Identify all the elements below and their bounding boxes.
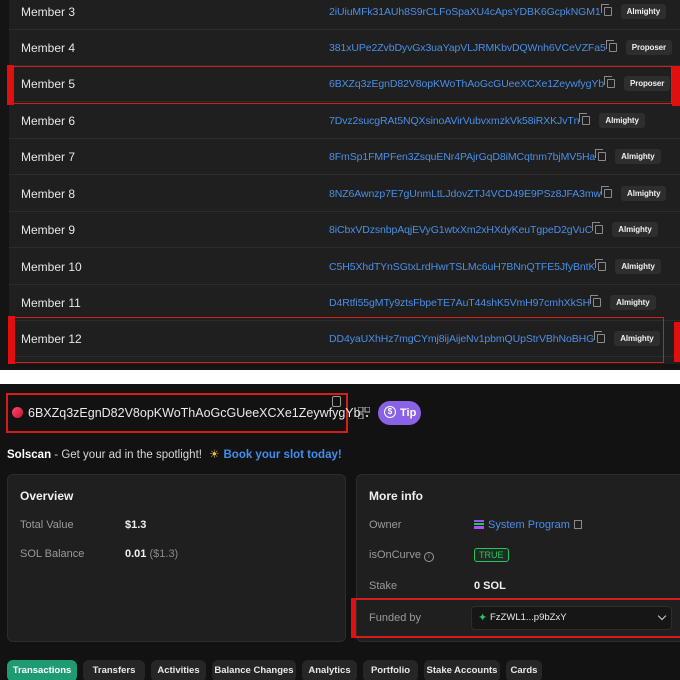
member-address-link[interactable]: 2iUiuMFk31AUh8S9rCLFoSpaXU4cApsYDBK6Gcpk… xyxy=(329,6,601,18)
tab-cards[interactable]: Cards xyxy=(506,660,542,680)
highlight-box-member-12 xyxy=(8,316,664,364)
owner-link[interactable]: System Program xyxy=(488,519,570,531)
role-badge: Proposer xyxy=(625,40,673,55)
member-address-link[interactable]: D4Rtfi55gMTy9ztsFbpeTE7AuT44shK5VmH97cmh… xyxy=(329,297,590,309)
more-info-card: More info Owner System Program isOnCurve… xyxy=(351,474,680,642)
member-label: Member 3 xyxy=(21,5,76,19)
member-label: Member 7 xyxy=(21,150,76,164)
stake-value: 0 SOL xyxy=(474,580,506,592)
funded-by-dropdown[interactable]: ✦ FzZWL1...p9bZxY xyxy=(471,606,672,630)
member-address-link[interactable]: 381xUPe2ZvbDyvGx3uaYapVLJRMKbvDQWnh6VCeV… xyxy=(329,42,606,54)
highlight-marker-right xyxy=(674,322,680,362)
total-value: $1.3 xyxy=(125,519,147,531)
highlight-marker-right xyxy=(672,66,680,106)
member-row: Member 3 2iUiuMFk31AUh8S9rCLFoSpaXU4cAps… xyxy=(9,0,680,30)
ad-brand: Solscan xyxy=(7,449,52,461)
member-address-link[interactable]: C5H5XhdTYnSGtxLrdHwrTSLMc6uH7BNnQTFE5Jfy… xyxy=(329,261,595,273)
member-address-link[interactable]: 8NZ6Awnzp7E7gUnmLtLJdovZTJ4VCD49E9PSz8JF… xyxy=(329,188,601,200)
role-badge: Almighty xyxy=(615,259,661,274)
tab-portfolio[interactable]: Portfolio xyxy=(363,660,418,680)
overview-card: Overview Total Value $1.3 SOL Balance 0.… xyxy=(7,474,346,642)
tip-button[interactable]: $ Tip xyxy=(378,401,421,425)
funded-by-highlight: Funded by ✦ FzZWL1...p9bZxY xyxy=(351,598,680,638)
role-badge: Almighty xyxy=(615,149,661,164)
copy-icon[interactable] xyxy=(332,396,341,407)
role-badge: Almighty xyxy=(610,295,656,310)
oncurve-label: isOnCurve i xyxy=(369,549,434,562)
oncurve-badge: TRUE xyxy=(474,548,509,562)
member-row: Member 9 8iCbxVDzsnbpAqjEVyG1wtxXm2xHXdy… xyxy=(9,212,680,248)
overview-title: Overview xyxy=(20,489,74,503)
copy-icon[interactable] xyxy=(605,40,617,52)
copy-icon[interactable] xyxy=(573,520,582,529)
copy-icon[interactable] xyxy=(601,186,613,198)
copy-icon[interactable] xyxy=(600,4,612,16)
funded-by-label: Funded by xyxy=(369,612,421,624)
member-row: Member 7 8FmSp1FMPFen3ZsquENr4PAjrGqD8iM… xyxy=(9,139,680,175)
stake-label: Stake xyxy=(369,580,398,592)
member-row: Member 6 7Dvz2sucgRAt5NQXsinoAVirVubvxmz… xyxy=(9,103,680,139)
system-program-icon xyxy=(474,520,484,529)
sol-balance-amount: 0.01 xyxy=(125,548,147,560)
funded-by-value: FzZWL1...p9bZxY xyxy=(490,612,567,623)
member-row: Member 11 D4Rtfi55gMTy9ztsFbpeTE7AuT44sh… xyxy=(9,285,680,321)
tab-analytics[interactable]: Analytics xyxy=(302,660,357,680)
account-avatar-icon xyxy=(12,407,23,418)
highlight-box-member-5 xyxy=(7,65,672,105)
tab-activities[interactable]: Activities xyxy=(151,660,206,680)
role-badge: Almighty xyxy=(620,4,667,19)
tab-transfers[interactable]: Transfers xyxy=(83,660,145,680)
role-badge: Almighty xyxy=(621,186,667,201)
oncurve-label-text: isOnCurve xyxy=(369,549,421,561)
sol-balance: 0.01 ($1.3) xyxy=(125,548,178,560)
more-info-title: More info xyxy=(369,489,423,503)
members-table: Member 3 2iUiuMFk31AUh8S9rCLFoSpaXU4cAps… xyxy=(9,0,680,364)
tab-transactions[interactable]: Transactions xyxy=(7,660,77,680)
member-label: Member 8 xyxy=(21,187,76,201)
member-row: Member 4 381xUPe2ZvbDyvGx3uaYapVLJRMKbvD… xyxy=(9,30,680,66)
member-label: Member 4 xyxy=(21,41,76,55)
total-value-label: Total Value xyxy=(20,519,74,531)
account-address-bar: 6BXZq3zEgnD82V8opKWoThAoGcGUeeXCXe1Zeywf… xyxy=(6,393,361,433)
sol-balance-usd: ($1.3) xyxy=(149,548,179,560)
member-row: Member 10 C5H5XhdTYnSGtxLrdHwrTSLMc6uH7B… xyxy=(9,249,680,285)
members-panel: Member 3 2iUiuMFk31AUh8S9rCLFoSpaXU4cAps… xyxy=(0,0,680,370)
owner-label: Owner xyxy=(369,519,402,531)
copy-icon[interactable] xyxy=(592,222,604,234)
page-scrollbar-track[interactable] xyxy=(0,0,9,370)
member-label: Member 11 xyxy=(21,296,81,310)
member-label: Member 6 xyxy=(21,114,76,128)
copy-icon[interactable] xyxy=(579,113,591,125)
sparkle-icon: ✦ xyxy=(478,612,488,624)
ad-cta-link[interactable]: Book your slot today! xyxy=(223,449,341,461)
member-address-link[interactable]: 7Dvz2sucgRAt5NQXsinoAVirVubvxmzkVk58iRXK… xyxy=(329,115,580,127)
owner-value: System Program xyxy=(474,519,582,531)
ad-text: - Get your ad in the spotlight! xyxy=(51,449,206,461)
member-row: Member 8 8NZ6Awnzp7E7gUnmLtLJdovZTJ4VCD4… xyxy=(9,176,680,212)
qr-code-icon[interactable] xyxy=(358,407,370,419)
tip-label: Tip xyxy=(400,407,417,419)
sol-balance-label: SOL Balance xyxy=(20,548,85,560)
account-address[interactable]: 6BXZq3zEgnD82V8opKWoThAoGcGUeeXCXe1Zeywf… xyxy=(28,395,361,431)
dollar-icon: $ xyxy=(384,406,396,418)
member-address-link[interactable]: 8FmSp1FMPFen3ZsquENr4PAjrGqD8iMCqtnm7bjM… xyxy=(329,151,595,163)
copy-icon[interactable] xyxy=(595,259,607,271)
copy-icon[interactable] xyxy=(595,149,607,161)
role-badge: Almighty xyxy=(612,222,658,237)
member-label: Member 9 xyxy=(21,223,76,237)
tab-balance-changes[interactable]: Balance Changes xyxy=(212,660,296,680)
account-panel: 6BXZq3zEgnD82V8opKWoThAoGcGUeeXCXe1Zeywf… xyxy=(0,384,680,680)
copy-icon[interactable] xyxy=(590,295,602,307)
tab-stake-accounts[interactable]: Stake Accounts xyxy=(424,660,500,680)
chevron-down-icon xyxy=(657,611,667,621)
member-label: Member 10 xyxy=(21,260,82,274)
sun-icon: ☀ xyxy=(209,449,220,461)
info-icon[interactable]: i xyxy=(423,552,434,562)
ad-banner: Solscan - Get your ad in the spotlight! … xyxy=(7,447,342,461)
member-address-link[interactable]: 8iCbxVDzsnbpAqjEVyG1wtxXm2xHXdyKeuTgpeD2… xyxy=(329,224,592,236)
role-badge: Almighty xyxy=(599,113,645,128)
